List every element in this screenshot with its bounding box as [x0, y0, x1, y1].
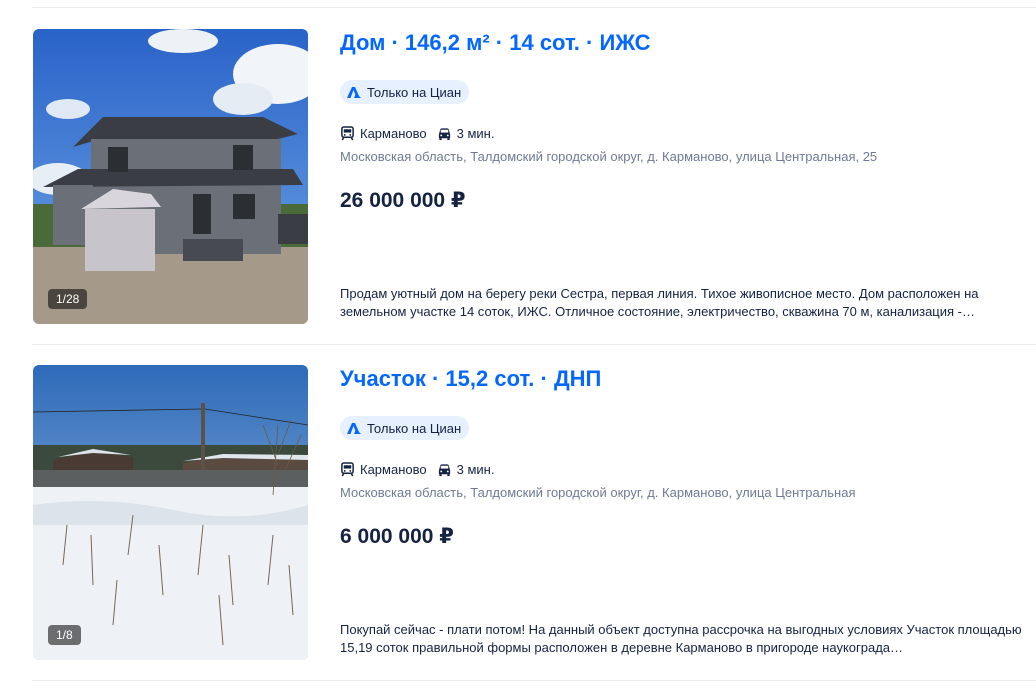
listing-price: 26 000 000 ₽	[340, 189, 466, 212]
listing-photo-house[interactable]: 1/28	[33, 29, 308, 324]
transport-info: Карманово 3 мин.	[340, 126, 494, 141]
exclusive-badge: Только на Циан	[340, 80, 470, 104]
listing-card[interactable]: 1/28 Дом · 146,2 м² · 14 сот. · ИЖС Толь…	[32, 28, 1036, 324]
cian-logo-icon	[347, 87, 361, 98]
station-name: Карманово	[360, 462, 427, 477]
badge-label: Только на Циан	[367, 84, 462, 100]
car-icon	[438, 128, 450, 141]
top-divider	[32, 7, 1036, 8]
photo-counter: 1/28	[48, 289, 88, 309]
listing-price: 6 000 000 ₽	[340, 525, 454, 548]
cian-logo-icon	[347, 423, 361, 434]
listing-info: Дом · 146,2 м² · 14 сот. · ИЖС Только на…	[340, 28, 1036, 324]
train-icon	[341, 462, 354, 477]
badge-label: Только на Циан	[367, 420, 462, 436]
listing-divider	[32, 344, 1036, 345]
listing-info: Участок · 15,2 сот. · ДНП Только на Циан…	[340, 364, 1036, 660]
train-icon	[341, 126, 354, 141]
listing-description: Продам уютный дом на берегу реки Сестра,…	[340, 286, 979, 319]
transport-info: Карманово 3 мин.	[340, 462, 494, 477]
travel-time: 3 мин.	[456, 126, 495, 141]
listing-address[interactable]: Московская область, Талдомский городской…	[340, 485, 855, 500]
listing-card[interactable]: 1/8 Участок · 15,2 сот. · ДНП Только на …	[32, 364, 1036, 660]
listing-title-link[interactable]: Дом · 146,2 м² · 14 сот. · ИЖС	[340, 29, 650, 57]
exclusive-badge: Только на Циан	[340, 416, 470, 440]
listing-title-link[interactable]: Участок · 15,2 сот. · ДНП	[340, 365, 601, 393]
listing-address[interactable]: Московская область, Талдомский городской…	[340, 149, 877, 164]
station-name: Карманово	[360, 126, 427, 141]
travel-time: 3 мин.	[456, 462, 495, 477]
listing-divider	[32, 680, 1036, 681]
listing-description: Покупай сейчас - плати потом! На данный …	[340, 622, 1022, 655]
listing-photo-plot[interactable]: 1/8	[33, 365, 308, 660]
photo-counter: 1/8	[48, 625, 81, 645]
car-icon	[438, 464, 450, 477]
